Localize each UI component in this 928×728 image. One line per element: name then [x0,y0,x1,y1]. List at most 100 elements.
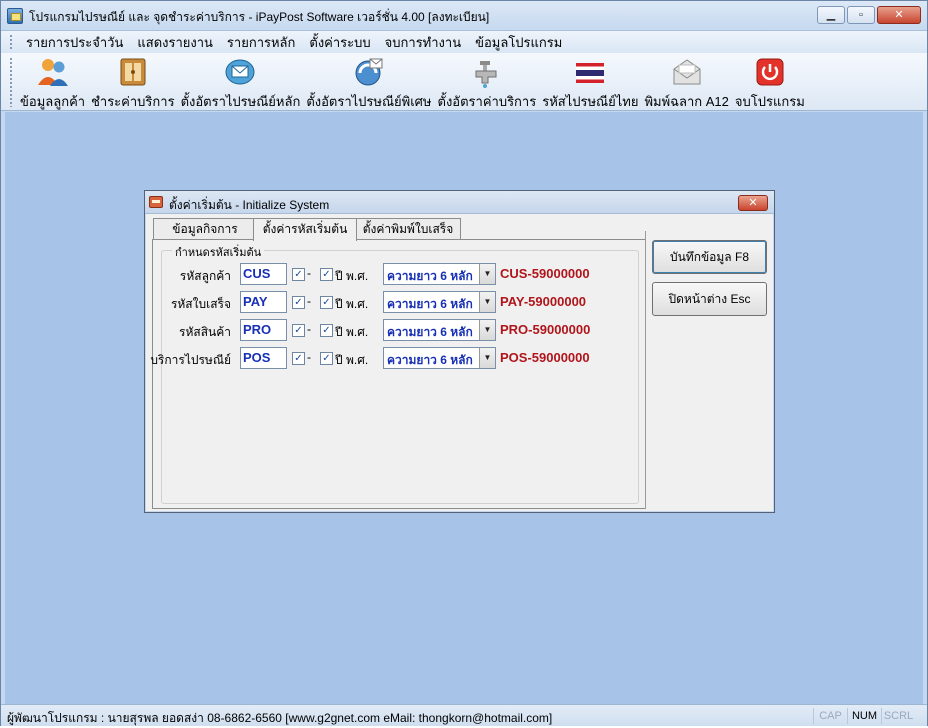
window-controls: ▁ ▫ ✕ [817,6,921,24]
length-select[interactable]: ความยาว 6 หลัก ▼ [383,263,496,285]
toolbar-thai-postcode-label: รหัสไปรษณีย์ไทย [542,94,639,109]
code-example: PAY-59000000 [500,294,587,309]
customers-icon [36,55,70,89]
menu-bar: รายการประจำวัน แสดงรายงาน รายการหลัก ตั้… [1,31,927,53]
year-label: ปี พ.ศ. [335,325,369,339]
initial-codes-group: กำหนดรหัสเริ่มต้น รหัสลูกค้า CUS ✓ - ✓ ป… [150,243,639,504]
toolbar-mail-rate-button[interactable]: ตั้งอัตราไปรษณีย์หลัก [178,53,304,112]
tab-initial-codes[interactable]: ตั้งค่ารหัสเริ่มต้น [253,218,357,241]
dash-label: - [307,322,311,336]
prefix-input[interactable]: PRO [240,319,287,341]
toolbar-exit-button[interactable]: จบโปรแกรม [732,53,808,112]
restore-button[interactable]: ▫ [847,6,875,24]
year-checkbox[interactable]: ✓ [320,324,333,337]
dash-label: - [307,350,311,364]
code-row-customer: รหัสลูกค้า CUS ✓ - ✓ ปี พ.ศ. ความยาว 6 ห… [162,263,632,287]
dropdown-arrow-icon[interactable]: ▼ [479,348,495,368]
dialog-title-bar[interactable]: ตั้งค่าเริ่มต้น - Initialize System ✕ [145,191,774,214]
toolbar-customers-label: ข้อมูลลูกค้า [20,94,86,109]
service-rate-icon [470,55,504,89]
tab-receipt-print[interactable]: ตั้งค่าพิมพ์ใบเสร็จ [355,218,461,240]
code-row-receipt: รหัสใบเสร็จ PAY ✓ - ✓ ปี พ.ศ. ความยาว 6 … [162,291,632,315]
menu-about[interactable]: ข้อมูลโปรแกรม [468,32,569,53]
dash-checkbox[interactable]: ✓ [292,296,305,309]
row-label: รหัสสินค้า [179,325,231,339]
year-checkbox[interactable]: ✓ [320,268,333,281]
group-title: กำหนดรหัสเริ่มต้น [172,243,265,261]
tab-panel-initial-codes: กำหนดรหัสเริ่มต้น รหัสลูกค้า CUS ✓ - ✓ ป… [150,239,646,509]
status-bar: ผู้พัฒนาโปรแกรม : นายสุรพล ยอดสง่า 08-68… [1,704,927,726]
toolbar-print-label-button[interactable]: พิมพ์ฉลาก A12 [641,53,731,112]
length-value: ความยาว 6 หลัก [387,269,473,283]
minimize-icon: ▁ [826,8,836,21]
scroll-lock-indicator: SCRL [881,708,915,724]
year-label: ปี พ.ศ. [335,269,369,283]
toolbar-special-rate-label: ตั้งอัตราไปรษณีย์พิเศษ [306,94,432,109]
toolbar: ข้อมูลลูกค้า ชำระค่าบริการ ตั้งอัตราไปรษ… [1,53,927,111]
payment-icon [116,55,150,89]
length-value: ความยาว 6 หลัก [387,353,473,367]
menu-master[interactable]: รายการหลัก [220,32,302,53]
toolbar-thai-postcode-button[interactable]: รหัสไปรษณีย์ไทย [539,53,641,112]
prefix-input[interactable]: CUS [240,263,287,285]
restore-icon: ▫ [859,8,863,21]
toolbar-grip-icon[interactable] [9,57,13,107]
close-button[interactable]: ✕ [877,6,921,24]
title-bar[interactable]: โปรแกรมไปรษณีย์ และ จุดชำระค่าบริการ - i… [1,1,927,31]
year-label: ปี พ.ศ. [335,353,369,367]
row-label: รหัสใบเสร็จ [170,297,231,311]
prefix-input[interactable]: PAY [240,291,287,313]
menu-settings[interactable]: ตั้งค่าระบบ [302,32,377,53]
toolbar-service-rate-button[interactable]: ตั้งอัตราค่าบริการ [435,53,540,112]
minimize-button[interactable]: ▁ [817,6,845,24]
developer-info: ผู้พัฒนาโปรแกรม : นายสุรพล ยอดสง่า 08-68… [7,711,553,725]
toolbar-exit-label: จบโปรแกรม [734,94,805,109]
code-example: PRO-59000000 [500,322,591,337]
initialize-system-dialog: ตั้งค่าเริ่มต้น - Initialize System ✕ ข้… [144,190,775,513]
dropdown-arrow-icon[interactable]: ▼ [479,292,495,312]
row-label: รหัสลูกค้า [179,269,231,283]
tab-business-info[interactable]: ข้อมูลกิจการ [153,218,257,240]
length-select[interactable]: ความยาว 6 หลัก ▼ [383,319,496,341]
toolbar-payment-label: ชำระค่าบริการ [91,94,175,109]
menu-grip-icon[interactable] [9,34,13,50]
dash-checkbox[interactable]: ✓ [292,268,305,281]
dash-checkbox[interactable]: ✓ [292,352,305,365]
row-label: บริการไปรษณีย์ [150,353,231,367]
toolbar-service-rate-label: ตั้งอัตราค่าบริการ [437,94,537,109]
toolbar-special-rate-button[interactable]: ตั้งอัตราไปรษณีย์พิเศษ [303,53,434,112]
toolbar-mail-rate-label: ตั้งอัตราไปรษณีย์หลัก [180,94,301,109]
power-icon [753,55,787,89]
year-label: ปี พ.ศ. [335,297,369,311]
code-row-product: รหัสสินค้า PRO ✓ - ✓ ปี พ.ศ. ความยาว 6 ห… [162,319,632,343]
dropdown-arrow-icon[interactable]: ▼ [479,320,495,340]
dash-checkbox[interactable]: ✓ [292,324,305,337]
main-window: โปรแกรมไปรษณีย์ และ จุดชำระค่าบริการ - i… [0,0,928,726]
year-checkbox[interactable]: ✓ [320,296,333,309]
caps-lock-indicator: CAP [813,708,847,724]
prefix-input[interactable]: POS [240,347,287,369]
length-select[interactable]: ความยาว 6 หลัก ▼ [383,347,496,369]
toolbox-icon [149,196,163,208]
dash-label: - [307,266,311,280]
dialog-divider [645,231,646,509]
toolbar-customers-button[interactable]: ข้อมูลลูกค้า [17,53,88,112]
code-row-postal-service: บริการไปรษณีย์ POS ✓ - ✓ ปี พ.ศ. ความยาว… [150,347,632,371]
dialog-close-button[interactable]: ✕ [738,195,768,211]
menu-reports[interactable]: แสดงรายงาน [130,32,220,53]
num-lock-indicator: NUM [847,708,881,724]
year-checkbox[interactable]: ✓ [320,352,333,365]
save-button[interactable]: บันทึกข้อมูล F8 [652,240,767,274]
length-value: ความยาว 6 หลัก [387,325,473,339]
app-icon[interactable] [7,8,23,24]
length-value: ความยาว 6 หลัก [387,297,473,311]
close-window-button[interactable]: ปิดหน้าต่าง Esc [652,282,767,316]
length-select[interactable]: ความยาว 6 หลัก ▼ [383,291,496,313]
menu-exit[interactable]: จบการทำงาน [378,32,468,53]
dropdown-arrow-icon[interactable]: ▼ [479,264,495,284]
code-example: POS-59000000 [500,350,590,365]
mail-rate-icon [223,55,257,89]
menu-daily[interactable]: รายการประจำวัน [19,32,130,53]
thai-flag-icon [573,55,607,89]
toolbar-payment-button[interactable]: ชำระค่าบริการ [88,53,177,112]
